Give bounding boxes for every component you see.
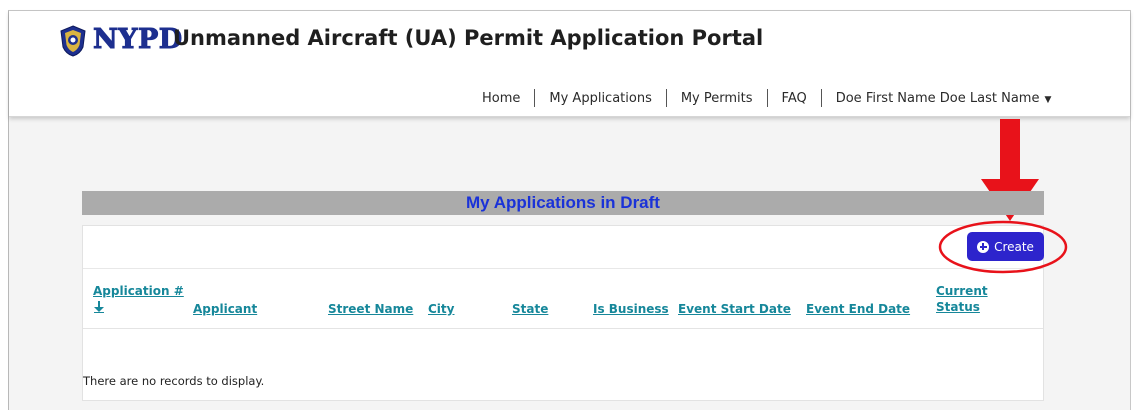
nav-home[interactable]: Home <box>474 91 534 106</box>
header-divider <box>83 328 1043 329</box>
column-header-application[interactable]: Application # <box>93 283 184 299</box>
column-header-current-status[interactable]: Current Status <box>936 283 988 315</box>
brand-logo[interactable]: NYPD <box>93 24 183 56</box>
chevron-down-icon: ▼ <box>1044 94 1052 105</box>
column-header-is-business[interactable]: Is Business <box>593 301 669 317</box>
column-header-applicant[interactable]: Applicant <box>193 301 257 317</box>
column-header-city[interactable]: City <box>428 301 454 317</box>
column-header-street-name[interactable]: Street Name <box>328 301 413 317</box>
empty-state-message: There are no records to display. <box>83 374 265 388</box>
column-header-state[interactable]: State <box>512 301 548 317</box>
main-nav: Home My Applications My Permits FAQ Doe … <box>474 87 1065 109</box>
nav-my-permits[interactable]: My Permits <box>667 91 767 106</box>
page-frame: NYPD Unmanned Aircraft (UA) Permit Appli… <box>8 10 1131 410</box>
portal-title: Unmanned Aircraft (UA) Permit Applicatio… <box>173 26 764 50</box>
user-menu[interactable]: Doe First Name Doe Last Name ▼ <box>822 91 1066 106</box>
column-header-event-end-date[interactable]: Event End Date <box>806 301 910 317</box>
user-name: Doe First Name Doe Last Name <box>835 90 1040 106</box>
sort-down-icon[interactable] <box>94 301 104 313</box>
nav-my-applications[interactable]: My Applications <box>535 91 665 106</box>
nypd-badge-icon <box>60 25 86 57</box>
column-header-event-start-date[interactable]: Event Start Date <box>678 301 791 317</box>
column-header-current-status-line1: Current <box>936 284 988 298</box>
panel-title: My Applications in Draft <box>82 191 1044 215</box>
toolbar-divider <box>83 268 1043 269</box>
site-header: NYPD Unmanned Aircraft (UA) Permit Appli… <box>9 11 1130 117</box>
nav-faq[interactable]: FAQ <box>768 91 821 106</box>
applications-table: Create Application # Applicant Street Na… <box>82 225 1044 401</box>
column-header-current-status-line2: Status <box>936 300 980 314</box>
annotation-circle-icon <box>938 220 1068 274</box>
draft-applications-panel: My Applications in Draft Create Applicat… <box>82 191 1044 401</box>
